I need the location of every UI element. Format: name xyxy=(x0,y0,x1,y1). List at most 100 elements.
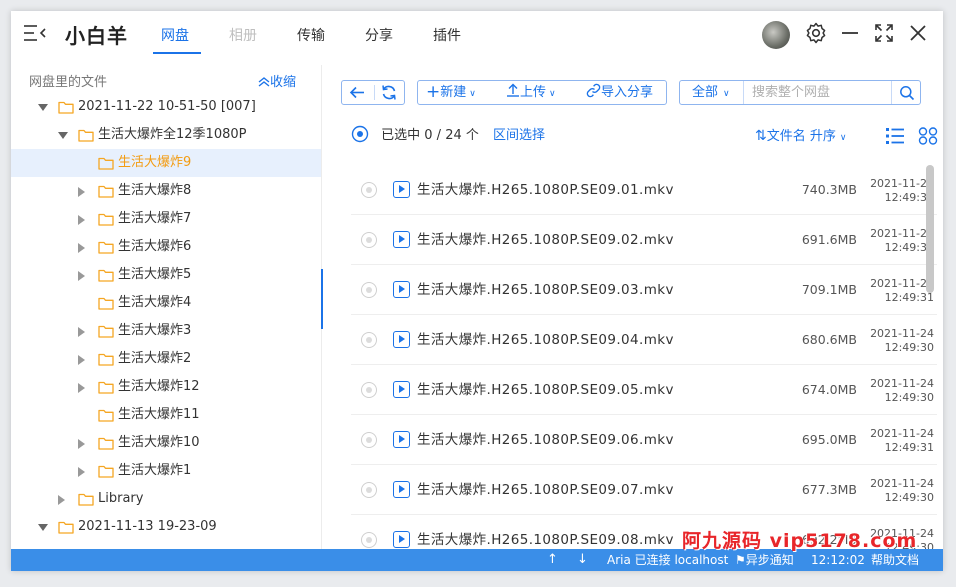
scroll-thumb[interactable] xyxy=(926,165,934,293)
link-icon xyxy=(586,83,601,98)
scope-dropdown[interactable]: 全部 ∨ xyxy=(692,81,730,104)
tab-plugins[interactable]: 插件 xyxy=(433,25,461,45)
expanded-arrow-icon[interactable] xyxy=(38,104,48,111)
tab-share[interactable]: 分享 xyxy=(365,25,393,45)
collapse-button[interactable]: 收缩 xyxy=(258,71,296,90)
tree-item[interactable]: 生活大爆炸9 xyxy=(11,149,321,177)
file-row[interactable]: 生活大爆炸.H265.1080P.SE09.06.mkv 695.0MB 2021-… xyxy=(351,415,937,465)
row-select-radio[interactable] xyxy=(361,232,377,248)
tree-item-label: Library xyxy=(98,491,144,506)
row-select-radio[interactable] xyxy=(361,282,377,298)
tree-item[interactable]: Library xyxy=(11,485,321,513)
file-date: 2021-11-24 xyxy=(870,177,934,190)
new-label: 新建 xyxy=(440,85,467,100)
file-date: 2021-11-24 xyxy=(870,227,934,240)
search-icon[interactable] xyxy=(899,85,915,101)
tree-item-label: 生活大爆炸2 xyxy=(118,351,192,366)
select-all-radio-icon[interactable] xyxy=(351,125,369,143)
file-time: 12:49:30 xyxy=(884,241,934,254)
upload-status-icon[interactable]: ↑ xyxy=(547,549,558,571)
collapsed-arrow-icon[interactable] xyxy=(78,327,85,337)
file-row[interactable]: 生活大爆炸.H265.1080P.SE09.03.mkv 709.1MB 2021-… xyxy=(351,265,937,315)
expanded-arrow-icon[interactable] xyxy=(58,132,68,139)
tree-item[interactable]: 2021-11-13 19-23-09 xyxy=(11,513,321,541)
back-arrow-icon[interactable] xyxy=(348,84,366,101)
close-icon[interactable] xyxy=(906,21,930,45)
tree-item[interactable]: 生活大爆炸7 xyxy=(11,205,321,233)
action-button-group: +新建 ∨ 上传 ∨ 导入分享 xyxy=(417,80,667,105)
tree-item[interactable]: 生活大爆炸4 xyxy=(11,289,321,317)
tree-item[interactable]: 生活大爆炸全12季1080P xyxy=(11,121,321,149)
file-row[interactable]: 生活大爆炸.H265.1080P.SE09.02.mkv 691.6MB 2021-… xyxy=(351,215,937,265)
file-name[interactable]: 生活大爆炸.H265.1080P.SE09.07.mkv xyxy=(417,465,674,515)
file-name[interactable]: 生活大爆炸.H265.1080P.SE09.03.mkv xyxy=(417,265,674,315)
file-name[interactable]: 生活大爆炸.H265.1080P.SE09.02.mkv xyxy=(417,215,674,265)
collapsed-arrow-icon[interactable] xyxy=(78,383,85,393)
upload-button[interactable]: 上传 ∨ xyxy=(506,81,556,104)
tree-item[interactable]: 生活大爆炸5 xyxy=(11,261,321,289)
tree-item[interactable]: 生活大爆炸2 xyxy=(11,345,321,373)
tree-item[interactable]: 生活大爆炸8 xyxy=(11,177,321,205)
tab-album[interactable]: 相册 xyxy=(229,25,257,45)
collapsed-arrow-icon[interactable] xyxy=(78,439,85,449)
menu-toggle-icon[interactable] xyxy=(23,23,47,43)
grid-view-icon[interactable] xyxy=(918,127,938,145)
tab-netdisk[interactable]: 网盘 xyxy=(161,25,189,45)
file-name[interactable]: 生活大爆炸.H265.1080P.SE09.01.mkv xyxy=(417,165,674,215)
settings-gear-icon[interactable] xyxy=(804,21,828,45)
tree-item-label: 生活大爆炸8 xyxy=(118,183,192,198)
avatar[interactable] xyxy=(762,21,790,49)
row-select-radio[interactable] xyxy=(361,482,377,498)
import-share-button[interactable]: 导入分享 xyxy=(586,81,653,104)
scrollbar[interactable] xyxy=(926,165,934,549)
file-row[interactable]: 生活大爆炸.H265.1080P.SE09.05.mkv 674.0MB 2021-… xyxy=(351,365,937,415)
row-select-radio[interactable] xyxy=(361,532,377,548)
tree-item[interactable]: 2021-11-22 10-51-50 [007] xyxy=(11,93,321,121)
collapsed-arrow-icon[interactable] xyxy=(78,243,85,253)
refresh-icon[interactable] xyxy=(380,84,398,101)
download-status-icon[interactable]: ↓ xyxy=(577,549,588,571)
collapsed-arrow-icon[interactable] xyxy=(78,271,85,281)
tab-transfer[interactable]: 传输 xyxy=(297,25,325,45)
collapsed-arrow-icon[interactable] xyxy=(78,187,85,197)
tree-item-label: 生活大爆炸7 xyxy=(118,211,192,226)
file-name[interactable]: 生活大爆炸.H265.1080P.SE09.05.mkv xyxy=(417,365,674,415)
file-modified: 2021-11-24 12:49:30 xyxy=(864,227,934,255)
row-select-radio[interactable] xyxy=(361,182,377,198)
collapse-label: 收缩 xyxy=(270,75,297,90)
collapsed-arrow-icon[interactable] xyxy=(58,495,65,505)
tree-item[interactable]: 生活大爆炸1 xyxy=(11,457,321,485)
tree-item[interactable]: 生活大爆炸10 xyxy=(11,429,321,457)
expanded-arrow-icon[interactable] xyxy=(38,524,48,531)
sort-order-icon: ⇅ xyxy=(755,128,767,144)
tree-item[interactable]: 生活大爆炸11 xyxy=(11,401,321,429)
maximize-icon[interactable] xyxy=(872,21,896,45)
row-select-radio[interactable] xyxy=(361,332,377,348)
collapsed-arrow-icon[interactable] xyxy=(78,215,85,225)
row-select-radio[interactable] xyxy=(361,432,377,448)
collapsed-arrow-icon[interactable] xyxy=(78,467,85,477)
tree-item-label: 生活大爆炸4 xyxy=(118,295,192,310)
watermark: 阿九源码 vip5178.com xyxy=(682,530,918,552)
collapsed-arrow-icon[interactable] xyxy=(78,355,85,365)
search-input[interactable] xyxy=(746,81,891,104)
file-name[interactable]: 生活大爆炸.H265.1080P.SE09.04.mkv xyxy=(417,315,674,365)
range-select-link[interactable]: 区间选择 xyxy=(493,128,545,143)
file-time: 12:49:30 xyxy=(884,341,934,354)
file-row[interactable]: 生活大爆炸.H265.1080P.SE09.07.mkv 677.3MB 2021-… xyxy=(351,465,937,515)
list-view-icon[interactable] xyxy=(885,127,905,145)
upload-label: 上传 xyxy=(520,85,547,100)
tree-item[interactable]: 生活大爆炸3 xyxy=(11,317,321,345)
sort-dropdown[interactable]: ⇅文件名 升序 ∨ xyxy=(755,125,846,147)
file-time: 12:49:30 xyxy=(884,491,934,504)
file-row[interactable]: 生活大爆炸.H265.1080P.SE09.04.mkv 680.6MB 2021-… xyxy=(351,315,937,365)
tree-item[interactable]: 生活大爆炸6 xyxy=(11,233,321,261)
tree-item[interactable]: 生活大爆炸12 xyxy=(11,373,321,401)
selection-count: 已选中 0 / 24 个 xyxy=(381,128,479,143)
minimize-icon[interactable] xyxy=(838,21,862,45)
file-name[interactable]: 生活大爆炸.H265.1080P.SE09.06.mkv xyxy=(417,415,674,465)
new-button[interactable]: +新建 ∨ xyxy=(426,81,476,104)
file-row[interactable]: 生活大爆炸.H265.1080P.SE09.01.mkv 740.3MB 2021-… xyxy=(351,165,937,215)
row-select-radio[interactable] xyxy=(361,382,377,398)
scope-label: 全部 xyxy=(692,85,719,100)
